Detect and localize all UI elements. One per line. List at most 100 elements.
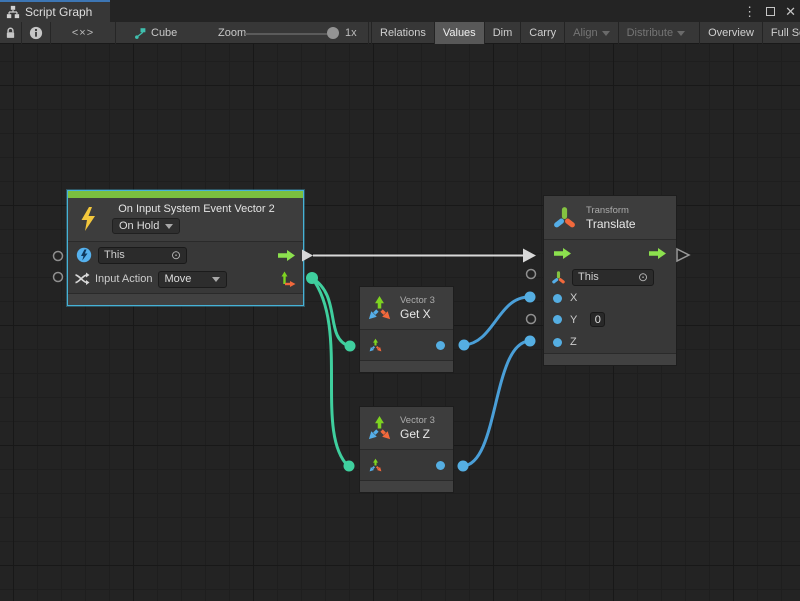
translate-category: Transform	[586, 205, 636, 217]
vector3-type-icon	[368, 458, 383, 473]
port-translate-y-in[interactable]	[527, 315, 536, 324]
relations-button[interactable]: Relations	[371, 22, 434, 44]
get-z-port-row	[360, 450, 453, 480]
graph-toolbar: <×> Cube Zoom 1x Relations Values Dim Ca…	[0, 22, 800, 44]
translate-footer	[544, 353, 676, 365]
window-menu-icon[interactable]: ⋮	[743, 5, 756, 18]
wire-event-to-get-z[interactable]	[312, 278, 348, 466]
dim-button[interactable]: Dim	[484, 22, 521, 44]
carry-button[interactable]: Carry	[520, 22, 564, 44]
translate-y-row: Y 0	[544, 308, 676, 331]
event-node-title: On Input System Event Vector 2	[118, 203, 275, 215]
input-system-icon	[76, 247, 92, 263]
event-this-row: This ⊙	[68, 242, 303, 268]
vector3-icon	[366, 295, 393, 322]
vector3-icon	[366, 415, 393, 442]
toolbar-separator	[115, 22, 116, 44]
port-get-z-out[interactable]	[458, 461, 469, 472]
port-translate-this-in[interactable]	[527, 270, 536, 279]
event-mode-dropdown[interactable]: On Hold	[112, 218, 180, 234]
window-close-icon[interactable]: ✕	[785, 5, 796, 18]
flow-arrow-icon	[553, 247, 572, 260]
node-vector3-get-x[interactable]: Vector 3 Get X	[359, 286, 454, 373]
port-get-x-out[interactable]	[459, 340, 470, 351]
graph-reference-label: Cube	[151, 27, 177, 39]
code-preview-button[interactable]: <×>	[51, 22, 115, 44]
toolbar-buttons: Relations Values Dim Carry Align Distrib…	[371, 22, 800, 44]
wire-get-z-to-translate-z[interactable]	[463, 341, 529, 466]
port-translate-z-in[interactable]	[525, 336, 536, 347]
transform-icon	[552, 205, 577, 230]
translate-y-value-field[interactable]: 0	[590, 312, 605, 327]
float-type-icon	[436, 341, 445, 350]
flow-arrow-icon	[648, 247, 667, 260]
target-picker-icon[interactable]: ⊙	[171, 249, 181, 261]
event-node-accent-bar	[68, 191, 303, 198]
translate-z-label: Z	[570, 336, 577, 348]
port-translate-flow-out[interactable]	[677, 249, 689, 261]
input-action-icon	[74, 271, 90, 287]
graph-node-icon	[134, 27, 147, 40]
get-x-category: Vector 3	[400, 295, 435, 307]
get-x-title: Get X	[400, 307, 435, 321]
port-translate-flow-in[interactable]	[523, 249, 536, 263]
align-dropdown[interactable]: Align	[564, 22, 617, 44]
target-picker-icon[interactable]: ⊙	[638, 271, 648, 283]
event-action-label: Input Action	[95, 273, 153, 285]
port-event-this-in[interactable]	[54, 252, 63, 261]
node-vector3-get-z[interactable]: Vector 3 Get Z	[359, 406, 454, 493]
vector3-type-icon	[368, 338, 383, 353]
port-get-z-in[interactable]	[344, 461, 355, 472]
wire-get-x-to-translate-x[interactable]	[464, 297, 529, 345]
port-event-action-in[interactable]	[54, 273, 63, 282]
port-translate-x-in[interactable]	[525, 292, 536, 303]
graph-reference-breadcrumb[interactable]: Cube	[151, 22, 177, 44]
dropdown-arrow-icon	[602, 31, 610, 36]
tab-title: Script Graph	[25, 5, 92, 19]
dropdown-arrow-icon	[212, 277, 220, 282]
port-event-vector2-out[interactable]	[306, 272, 318, 284]
float-type-icon	[553, 294, 562, 303]
zoom-slider-track[interactable]	[245, 33, 335, 35]
flow-arrow-icon	[277, 249, 296, 262]
event-this-field[interactable]: This ⊙	[98, 247, 187, 264]
zoom-label: Zoom	[218, 22, 246, 44]
float-type-icon	[553, 338, 562, 347]
code-icon: <×>	[72, 27, 94, 39]
graph-canvas[interactable]: On Input System Event Vector 2 On Hold T…	[0, 44, 800, 601]
get-z-footer	[360, 480, 453, 492]
translate-x-row: X	[544, 288, 676, 308]
input-action-dropdown[interactable]: Move	[158, 271, 227, 288]
tab-script-graph[interactable]: Script Graph	[0, 0, 110, 22]
port-get-x-in[interactable]	[345, 341, 356, 352]
transform-type-icon	[551, 270, 566, 285]
wire-event-to-get-x[interactable]	[312, 278, 349, 346]
inspect-button[interactable]	[22, 22, 50, 44]
zoom-slider-handle[interactable]	[327, 27, 339, 39]
graph-icon	[6, 5, 20, 19]
lock-icon	[4, 26, 17, 40]
translate-header: Transform Translate	[544, 196, 676, 240]
toolbar-separator	[368, 22, 369, 44]
window-maximize-icon[interactable]	[766, 7, 775, 16]
overview-button[interactable]: Overview	[699, 22, 762, 44]
script-graph-window: Script Graph ⋮ ✕ <×>	[0, 0, 800, 601]
translate-this-field[interactable]: This ⊙	[572, 269, 654, 286]
lock-button[interactable]	[0, 22, 21, 44]
event-action-row: Input Action Move	[68, 268, 303, 290]
event-node-footer	[68, 293, 303, 305]
node-transform-translate[interactable]: Transform Translate This	[543, 195, 677, 366]
full-screen-button[interactable]: Full Screen	[762, 22, 800, 44]
float-type-icon	[553, 315, 562, 324]
dropdown-arrow-icon	[165, 224, 173, 229]
zoom-value: 1x	[345, 22, 357, 44]
node-on-input-system-event[interactable]: On Input System Event Vector 2 On Hold T…	[67, 190, 304, 306]
translate-this-row: This ⊙	[544, 266, 676, 288]
float-type-icon	[436, 461, 445, 470]
vector2-type-icon	[280, 271, 296, 287]
translate-x-label: X	[570, 292, 577, 304]
get-z-title: Get Z	[400, 427, 435, 441]
values-button[interactable]: Values	[434, 22, 484, 44]
distribute-dropdown[interactable]: Distribute	[618, 22, 693, 44]
translate-z-row: Z	[544, 331, 676, 353]
